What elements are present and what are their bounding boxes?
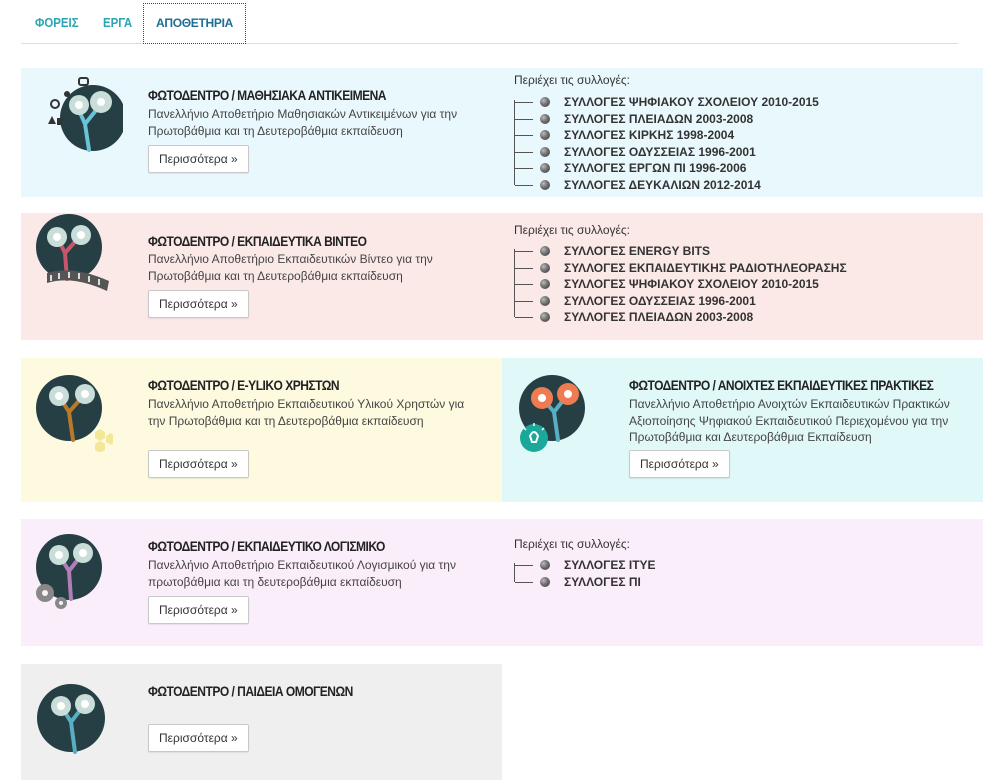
list-item[interactable]: ΣΥΛΛΟΓΕΣ ΙΤΥΕ (514, 557, 656, 574)
repository-card-videos: ΦΩΤΟΔΕΝΤΡΟ / ΕΚΠΑΙΔΕΥΤΙΚΑ ΒΙΝΤΕΟ Πανελλή… (21, 213, 983, 340)
repository-description: Πανελλήνιο Αποθετήριο Εκπαιδευτικού Λογι… (148, 558, 456, 589)
tab-foreis[interactable]: ΦΟΡΕΙΣ (35, 4, 79, 42)
globe-icon (540, 246, 550, 256)
repository-card-diaspora: ΦΩΤΟΔΕΝΤΡΟ / ΠΑΙΔΕΙΑ ΟΜΟΓΕΝΩΝ Περισσότερ… (21, 664, 502, 780)
repository-description: Πανελλήνιο Αποθετήριο Ανοιχτών Εκπαιδευτ… (629, 397, 950, 444)
list-item[interactable]: ΣΥΛΛΟΓΕΣ ΠΛΕΙΑΔΩΝ 2003-2008 (514, 108, 819, 128)
tab-apothetiria[interactable]: ΑΠΟΘΕΤΗΡΙΑ (143, 3, 247, 44)
repository-description: Πανελλήνιο Αποθετήριο Εκπαιδευτικού Υλικ… (148, 397, 465, 428)
collections-heading: Περιέχει τις συλλογές: (514, 223, 630, 237)
repository-title[interactable]: ΦΩΤΟΔΕΝΤΡΟ / ΑΝΟΙΧΤΕΣ ΕΚΠΑΙΔΕΥΤΙΚΕΣ ΠΡΑΚ… (629, 377, 934, 393)
list-item[interactable]: ΣΥΛΛΟΓΕΣ ΠΙ (514, 571, 656, 591)
repository-description: Πανελλήνιο Αποθετήριο Μαθησιακών Αντικει… (148, 107, 458, 138)
list-item[interactable]: ΣΥΛΛΟΓΕΣ ΕΚΠΑΙΔΕΥΤΙΚΗΣ ΡΑΔΙΟΤΗΛΕΟΡΑΣΗΣ (514, 257, 847, 277)
list-item[interactable]: ΣΥΛΛΟΓΕΣ ΨΗΦΙΑΚΟΥ ΣΧΟΛΕΙΟΥ 2010-2015 (514, 94, 819, 111)
repository-card-user-material: ΦΩΤΟΔΕΝΤΡΟ / E-YLIKO ΧΡΗΣΤΩΝ Πανελλήνιο … (21, 358, 502, 502)
hexagon-tree-icon (36, 375, 113, 452)
collections-heading: Περιέχει τις συλλογές: (514, 537, 630, 551)
globe-icon (540, 163, 550, 173)
gears-tree-icon (36, 534, 102, 609)
more-button[interactable]: Περισσότερα » (148, 596, 249, 624)
more-button[interactable]: Περισσότερα » (148, 450, 249, 478)
globe-icon (540, 113, 550, 124)
collections-list: ΣΥΛΛΟΓΕΣ ENERGY BITS ΣΥΛΛΟΓΕΣ ΕΚΠΑΙΔΕΥΤΙ… (514, 243, 847, 326)
globe-icon (540, 576, 550, 587)
lightbulb-tree-icon (519, 375, 585, 452)
tab-erga[interactable]: ΕΡΓΑ (103, 4, 132, 42)
tree-icon (37, 684, 105, 754)
globe-icon (540, 295, 550, 306)
globe-icon (540, 179, 550, 190)
film-tree-icon (36, 214, 109, 291)
list-item[interactable]: ΣΥΛΛΟΓΕΣ ΟΔΥΣΣΕΙΑΣ 1996-2001 (514, 290, 847, 310)
list-item[interactable]: ΣΥΛΛΟΓΕΣ ΟΔΥΣΣΕΙΑΣ 1996-2001 (514, 141, 819, 161)
list-item[interactable]: ΣΥΛΛΟΓΕΣ ΚΙΡΚΗΣ 1998-2004 (514, 125, 819, 144)
globe-icon (540, 97, 550, 107)
globe-icon (540, 312, 550, 322)
more-button[interactable]: Περισσότερα » (148, 290, 249, 318)
collections-heading: Περιέχει τις συλλογές: (514, 73, 630, 87)
list-item[interactable]: ΣΥΛΛΟΓΕΣ ΠΛΕΙΑΔΩΝ 2003-2008 (514, 307, 847, 326)
repository-card-learning-objects: ΦΩΤΟΔΕΝΤΡΟ / ΜΑΘΗΣΙΑΚΑ ΑΝΤΙΚΕΙΜΕΝΑ Πανελ… (21, 68, 983, 197)
science-tree-icon (48, 77, 123, 152)
more-button[interactable]: Περισσότερα » (148, 145, 249, 173)
globe-icon (540, 279, 550, 289)
list-item[interactable]: ΣΥΛΛΟΓΕΣ ΕΡΓΩΝ ΠΙ 1996-2006 (514, 158, 819, 177)
repository-description: Πανελλήνιο Αποθετήριο Εκπαιδευτικών Βίντ… (148, 252, 433, 283)
list-item[interactable]: ΣΥΛΛΟΓΕΣ ΨΗΦΙΑΚΟΥ ΣΧΟΛΕΙΟΥ 2010-2015 (514, 274, 847, 293)
repository-card-open-practices: ΦΩΤΟΔΕΝΤΡΟ / ΑΝΟΙΧΤΕΣ ΕΚΠΑΙΔΕΥΤΙΚΕΣ ΠΡΑΚ… (502, 358, 983, 502)
repository-title[interactable]: ΦΩΤΟΔΕΝΤΡΟ / ΜΑΘΗΣΙΑΚΑ ΑΝΤΙΚΕΙΜΕΝΑ (148, 87, 386, 103)
repository-title[interactable]: ΦΩΤΟΔΕΝΤΡΟ / ΠΑΙΔΕΙΑ ΟΜΟΓΕΝΩΝ (148, 683, 353, 699)
repository-title[interactable]: ΦΩΤΟΔΕΝΤΡΟ / E-YLIKO ΧΡΗΣΤΩΝ (148, 377, 340, 393)
list-item[interactable]: ΣΥΛΛΟΓΕΣ ENERGY BITS (514, 243, 847, 260)
globe-icon (540, 262, 550, 273)
repository-tabs: ΦΟΡΕΙΣ ΕΡΓΑ ΑΠΟΘΕΤΗΡΙΑ (21, 0, 958, 44)
collections-list: ΣΥΛΛΟΓΕΣ ΨΗΦΙΑΚΟΥ ΣΧΟΛΕΙΟΥ 2010-2015 ΣΥΛ… (514, 94, 819, 193)
repository-card-software: ΦΩΤΟΔΕΝΤΡΟ / ΕΚΠΑΙΔΕΥΤΙΚΟ ΛΟΓΙΣΜΙΚΟ Πανε… (21, 519, 983, 646)
more-button[interactable]: Περισσότερα » (148, 724, 249, 752)
more-button[interactable]: Περισσότερα » (629, 450, 730, 478)
list-item[interactable]: ΣΥΛΛΟΓΕΣ ΔΕΥΚΑΛΙΩΝ 2012-2014 (514, 174, 819, 194)
globe-icon (540, 130, 550, 140)
repository-title[interactable]: ΦΩΤΟΔΕΝΤΡΟ / ΕΚΠΑΙΔΕΥΤΙΚΟ ΛΟΓΙΣΜΙΚΟ (148, 538, 385, 554)
globe-icon (540, 146, 550, 157)
globe-icon (540, 560, 550, 570)
repository-title[interactable]: ΦΩΤΟΔΕΝΤΡΟ / ΕΚΠΑΙΔΕΥΤΙΚΑ ΒΙΝΤΕΟ (148, 233, 367, 249)
collections-list: ΣΥΛΛΟΓΕΣ ΙΤΥΕ ΣΥΛΛΟΓΕΣ ΠΙ (514, 557, 656, 590)
